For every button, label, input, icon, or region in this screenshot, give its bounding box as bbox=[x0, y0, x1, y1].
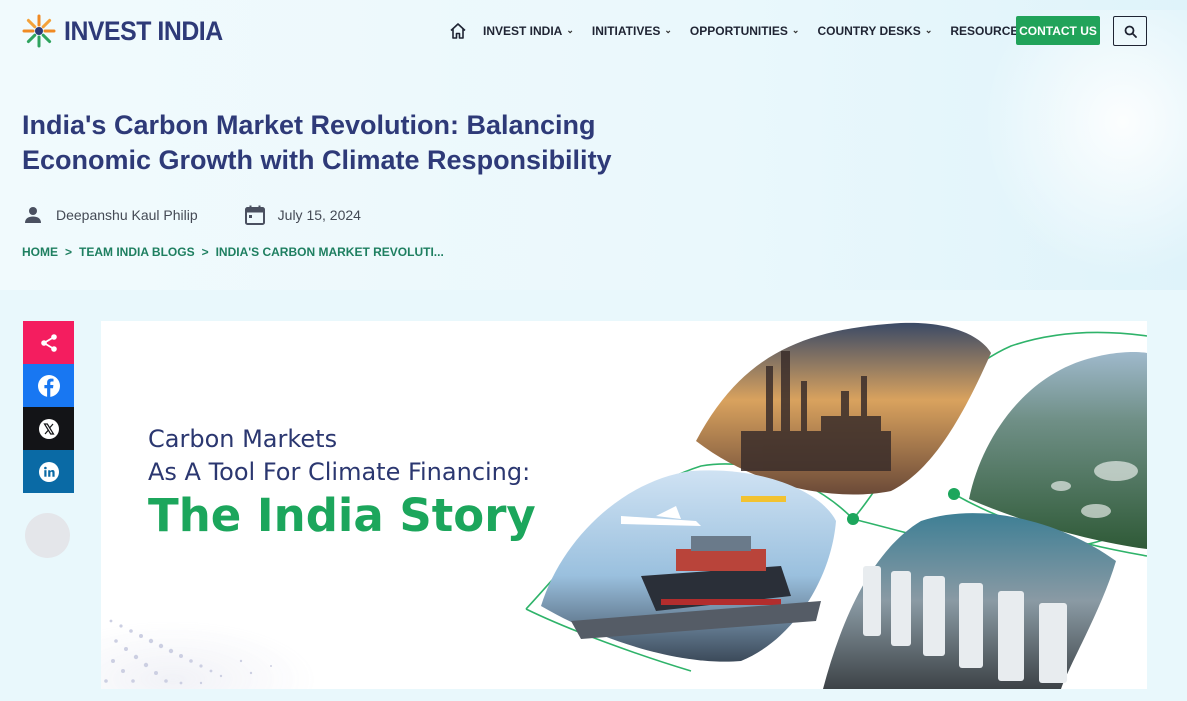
article-banner-image: Carbon Markets As A Tool For Climate Fin… bbox=[101, 321, 1147, 689]
home-icon[interactable] bbox=[449, 22, 467, 40]
author-name[interactable]: Deepanshu Kaul Philip bbox=[56, 207, 198, 223]
brand-logo[interactable]: INVEST INDIA bbox=[22, 14, 237, 48]
breadcrumb-home[interactable]: HOME bbox=[22, 245, 58, 259]
search-icon bbox=[1124, 25, 1137, 38]
nav-item-initiatives[interactable]: INITIATIVES ⌄ bbox=[592, 24, 672, 38]
chevron-down-icon: ⌄ bbox=[924, 24, 933, 35]
nav-item-label: INITIATIVES bbox=[591, 24, 661, 38]
brand-name: INVEST INDIA bbox=[64, 15, 223, 46]
date-info: July 15, 2024 bbox=[244, 204, 361, 226]
search-button[interactable] bbox=[1113, 16, 1147, 46]
facebook-icon bbox=[37, 374, 60, 397]
x-icon bbox=[38, 418, 59, 439]
linkedin-share-button[interactable] bbox=[23, 450, 74, 493]
nav-item-label: RESOURCES bbox=[950, 24, 1027, 38]
user-icon bbox=[25, 207, 41, 223]
chevron-down-icon: ⌄ bbox=[791, 24, 800, 35]
linkedin-icon bbox=[38, 461, 59, 482]
publish-date: July 15, 2024 bbox=[277, 207, 361, 223]
invest-india-logo-icon bbox=[22, 14, 56, 48]
share-count-placeholder bbox=[25, 513, 70, 558]
breadcrumb-separator: > bbox=[201, 245, 209, 259]
nav-item-label: COUNTRY DESKS bbox=[817, 24, 921, 38]
calendar-icon bbox=[244, 205, 265, 225]
banner-headline-line-3: The India Story bbox=[148, 489, 536, 542]
nav-item-country-desks[interactable]: COUNTRY DESKS ⌄ bbox=[817, 24, 932, 38]
chevron-down-icon: ⌄ bbox=[664, 24, 672, 35]
author-info: Deepanshu Kaul Philip bbox=[22, 204, 198, 226]
article-meta: Deepanshu Kaul Philip July 15, 2024 bbox=[22, 204, 361, 226]
x-share-button[interactable] bbox=[23, 407, 74, 450]
nav-item-opportunities[interactable]: OPPORTUNITIES ⌄ bbox=[690, 24, 800, 38]
share-icon bbox=[40, 333, 57, 352]
share-button[interactable] bbox=[23, 321, 74, 364]
nav-item-label: OPPORTUNITIES bbox=[689, 24, 788, 38]
banner-headline-line-2: As A Tool For Climate Financing: bbox=[148, 458, 531, 486]
breadcrumb: HOME > TEAM INDIA BLOGS > INDIA'S CARBON… bbox=[22, 245, 444, 259]
breadcrumb-team-india-blogs[interactable]: TEAM INDIA BLOGS bbox=[79, 245, 195, 259]
banner-headline-line-1: Carbon Markets bbox=[148, 425, 338, 453]
contact-us-button[interactable]: CONTACT US bbox=[1016, 16, 1100, 45]
breadcrumb-current: INDIA'S CARBON MARKET REVOLUTI... bbox=[215, 245, 444, 259]
halftone-decoration bbox=[101, 591, 341, 689]
facebook-share-button[interactable] bbox=[23, 364, 74, 407]
nav-item-label: INVEST INDIA bbox=[483, 24, 563, 38]
share-bar bbox=[23, 321, 74, 558]
breadcrumb-separator: > bbox=[65, 245, 73, 259]
nav-item-invest-india[interactable]: INVEST INDIA ⌄ bbox=[483, 24, 574, 38]
chevron-down-icon: ⌄ bbox=[566, 24, 574, 35]
site-header: INVEST INDIA INVEST INDIA ⌄ INITIATIVES … bbox=[0, 0, 1187, 64]
main-nav: INVEST INDIA ⌄ INITIATIVES ⌄ OPPORTUNITI… bbox=[449, 17, 1056, 45]
article-title: India's Carbon Market Revolution: Balanc… bbox=[22, 110, 612, 175]
